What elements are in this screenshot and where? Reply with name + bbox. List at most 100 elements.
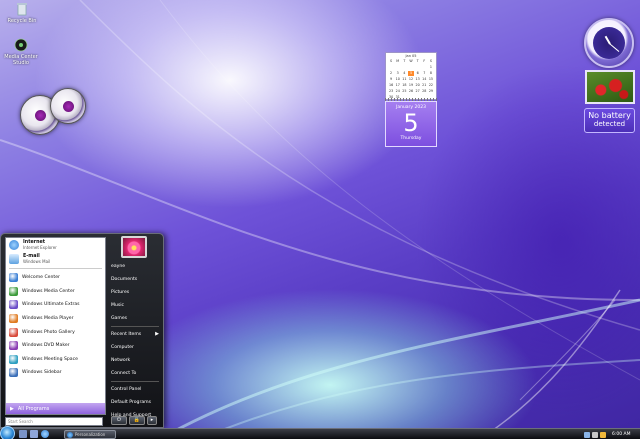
calendar-day-cell[interactable]: 24 bbox=[395, 89, 401, 95]
slideshow-gadget[interactable] bbox=[585, 70, 635, 104]
switch-windows-icon[interactable] bbox=[30, 430, 38, 438]
places-item[interactable]: eayne bbox=[107, 260, 163, 273]
calendar-day-cell[interactable]: 16 bbox=[388, 83, 394, 89]
desktop-icon-recycle-bin[interactable]: Recycle Bin bbox=[2, 2, 42, 24]
program-item[interactable]: Windows Media Player bbox=[6, 312, 105, 326]
calendar-day-cell[interactable]: 29 bbox=[428, 89, 434, 95]
program-item[interactable]: Windows DVD Maker bbox=[6, 339, 105, 353]
chevron-right-icon: ▶ bbox=[10, 405, 14, 412]
start-search-input[interactable]: Start Search bbox=[5, 417, 103, 426]
places-item[interactable]: Connect To bbox=[107, 367, 163, 380]
start-button[interactable] bbox=[0, 426, 15, 439]
program-item-label: Windows DVD Maker bbox=[22, 343, 70, 349]
places-item-label: eayne bbox=[111, 264, 126, 269]
calendar-day-cell[interactable]: 22 bbox=[428, 83, 434, 89]
calendar-day-cell[interactable]: 3 bbox=[395, 71, 401, 77]
calendar-day-cell[interactable]: 13 bbox=[415, 77, 421, 83]
places-item[interactable]: Computer bbox=[107, 341, 163, 354]
sidebar-icon bbox=[9, 368, 18, 378]
power-controls: ⏻ 🔒 ▸ bbox=[111, 415, 161, 425]
program-item[interactable]: Welcome Center bbox=[6, 271, 105, 285]
internet-explorer-icon bbox=[9, 240, 19, 250]
internet-explorer-icon[interactable] bbox=[41, 430, 49, 438]
calendar-day-cell[interactable]: 11 bbox=[401, 77, 407, 83]
power-button[interactable]: ⏻ bbox=[111, 415, 127, 425]
media-player-icon bbox=[9, 314, 18, 324]
calendar-day-cell[interactable]: 10 bbox=[395, 77, 401, 83]
calendar-day-cell bbox=[395, 65, 401, 71]
pinned-item-email[interactable]: E-mail Windows Mail bbox=[6, 252, 105, 266]
calendar-day-cell[interactable]: 1 bbox=[428, 65, 434, 71]
calendar-gadget[interactable]: Jan 05 SMTWTFS 1 2 3 4 5 6 7 8 9 10 11 12 13 14 15 16 17… bbox=[385, 52, 437, 147]
program-item-label: Windows Media Player bbox=[22, 316, 74, 322]
calendar-day-cell[interactable]: 21 bbox=[421, 83, 427, 89]
calendar-day-cell[interactable]: 26 bbox=[408, 89, 414, 95]
shutdown-options-button[interactable]: ▸ bbox=[147, 415, 157, 425]
calendar-day-cell[interactable]: 19 bbox=[408, 83, 414, 89]
program-item-label: Windows Media Center bbox=[22, 288, 75, 294]
calendar-day-cell[interactable]: 14 bbox=[421, 77, 427, 83]
show-desktop-icon[interactable] bbox=[19, 430, 27, 438]
pinned-item-internet[interactable]: Internet Internet Explorer bbox=[6, 238, 105, 252]
calendar-day-cell[interactable]: 5 bbox=[407, 70, 415, 76]
desktop-icon-media-center[interactable]: Media Center Studio bbox=[1, 38, 41, 66]
calendar-day-cell bbox=[401, 65, 407, 71]
places-item-label: Games bbox=[111, 316, 128, 321]
places-item-label: Connect To bbox=[111, 371, 137, 376]
calendar-day-cell[interactable]: 28 bbox=[421, 89, 427, 95]
program-item-label: Welcome Center bbox=[22, 275, 60, 281]
calendar-day-number: 5 bbox=[403, 109, 419, 137]
calendar-day-cell[interactable]: 17 bbox=[395, 83, 401, 89]
clock-icon bbox=[593, 27, 625, 59]
calendar-day-cell[interactable]: 20 bbox=[415, 83, 421, 89]
all-programs-label: All Programs bbox=[17, 405, 50, 412]
program-item[interactable]: Windows Photo Gallery bbox=[6, 325, 105, 339]
pinned-item-subtitle: Internet Explorer bbox=[23, 245, 57, 250]
calendar-day-cell[interactable]: 23 bbox=[388, 89, 394, 95]
chevron-right-icon: ▶ bbox=[155, 331, 159, 337]
program-item[interactable]: Windows Media Center bbox=[6, 285, 105, 299]
sidebar-icon[interactable] bbox=[600, 431, 606, 438]
places-item[interactable]: Recent Items ▶ bbox=[107, 328, 163, 341]
program-item[interactable]: Windows Sidebar bbox=[6, 366, 105, 380]
program-item[interactable]: Windows Ultimate Extras bbox=[6, 298, 105, 312]
desktop-icon-label: Media Center Studio bbox=[4, 54, 38, 66]
program-item-label: Windows Meeting Space bbox=[22, 356, 78, 362]
calendar-day-cell[interactable]: 4 bbox=[401, 71, 407, 77]
places-item[interactable]: Pictures bbox=[107, 286, 163, 299]
clock-gadget[interactable] bbox=[584, 18, 634, 68]
places-item[interactable]: Games bbox=[107, 312, 163, 325]
places-item[interactable]: Default Programs bbox=[107, 396, 163, 409]
calendar-day-cell[interactable]: 8 bbox=[428, 71, 434, 77]
calendar-day-cell bbox=[421, 65, 427, 71]
all-programs-button[interactable]: ▶ All Programs bbox=[6, 403, 105, 414]
calendar-day-cell[interactable]: 6 bbox=[415, 71, 421, 77]
calendar-day-cell[interactable]: 25 bbox=[401, 89, 407, 95]
places-item[interactable]: Network bbox=[107, 354, 163, 367]
places-item[interactable]: Documents bbox=[107, 273, 163, 286]
network-icon[interactable] bbox=[584, 431, 590, 438]
places-item[interactable]: Control Panel bbox=[107, 383, 163, 396]
clock-time[interactable]: 6:00 AM bbox=[612, 432, 631, 437]
calendar-day-cell bbox=[388, 65, 394, 71]
calendar-day-cell[interactable]: 27 bbox=[415, 89, 421, 95]
lock-button[interactable]: 🔒 bbox=[129, 415, 145, 425]
volume-icon[interactable] bbox=[592, 431, 598, 438]
menu-separator bbox=[111, 326, 159, 327]
calendar-day-cell[interactable]: 2 bbox=[388, 71, 394, 77]
calendar-day-cell[interactable]: 18 bbox=[401, 83, 407, 89]
places-item[interactable]: Music bbox=[107, 299, 163, 312]
calendar-day-cell[interactable]: 9 bbox=[388, 77, 394, 83]
places-item-label: Computer bbox=[111, 345, 134, 350]
media-disc-gadget-2[interactable] bbox=[50, 88, 86, 124]
program-item-label: Windows Photo Gallery bbox=[22, 329, 75, 335]
battery-gadget[interactable]: No battery detected bbox=[584, 108, 635, 133]
calendar-day-cell[interactable]: 7 bbox=[421, 71, 427, 77]
calendar-day-cell[interactable]: 12 bbox=[408, 77, 414, 83]
program-item[interactable]: Windows Meeting Space bbox=[6, 353, 105, 367]
user-picture-avatar[interactable] bbox=[121, 236, 147, 258]
taskbar-button-personalization[interactable]: Personalization bbox=[64, 430, 116, 439]
calendar-day-cell[interactable]: 15 bbox=[428, 77, 434, 83]
calendar-day-cell bbox=[408, 65, 414, 71]
ultimate-extras-icon bbox=[9, 300, 18, 310]
